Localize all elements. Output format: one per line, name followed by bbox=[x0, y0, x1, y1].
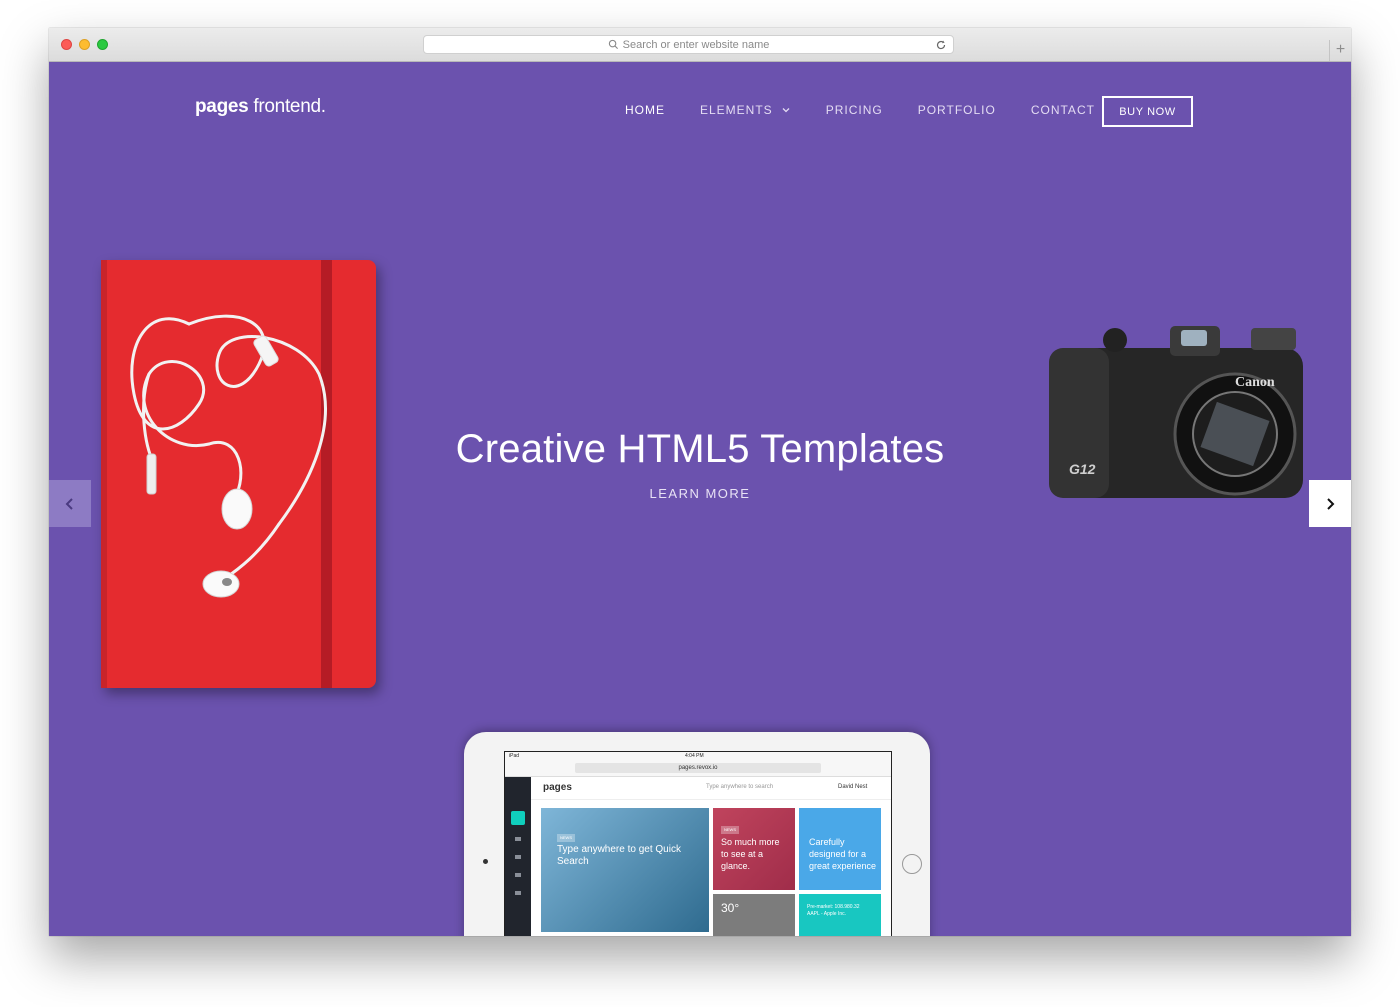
chevron-left-icon bbox=[65, 497, 73, 510]
tile-designed: Carefully designed for a great experienc… bbox=[799, 808, 881, 890]
tablet-image: iPad 4:04 PM pages.revox.io pages Type a… bbox=[464, 732, 930, 936]
nav-home[interactable]: HOME bbox=[625, 103, 665, 117]
buy-now-button[interactable]: BUY NOW bbox=[1102, 96, 1193, 127]
tile-quick-search: NEWS Type anywhere to get Quick Search bbox=[541, 808, 709, 932]
nav-contact-label: CONTACT bbox=[1030, 103, 1095, 117]
tablet-status-label: iPad bbox=[509, 753, 520, 759]
tablet-browser-bar: pages.revox.io bbox=[505, 760, 891, 777]
nav-portfolio-label: PORTFOLIO bbox=[917, 103, 996, 117]
tile-weather: 30° bbox=[713, 894, 795, 936]
main-nav: HOME ELEMENTS PRICING PORTFOLIO CONTACT bbox=[625, 103, 1130, 117]
camera-brand: Canon bbox=[1235, 375, 1275, 390]
nav-portfolio[interactable]: PORTFOLIO bbox=[918, 103, 996, 117]
chevron-right-icon bbox=[1327, 497, 1335, 510]
tablet-screen: iPad 4:04 PM pages.revox.io pages Type a… bbox=[504, 751, 892, 936]
zoom-window-button[interactable] bbox=[97, 39, 108, 50]
browser-window: Search or enter website name + pages fro… bbox=[49, 28, 1351, 936]
tile-text: Pre-market: 108.980.32 AAPL - Apple Inc. bbox=[807, 904, 860, 917]
tile-text: So much more to see at a glance. bbox=[721, 837, 780, 871]
tile-text: Type anywhere to get Quick Search bbox=[557, 844, 681, 867]
menu-icon bbox=[515, 891, 521, 895]
learn-more-link[interactable]: LEARN MORE bbox=[49, 486, 1351, 501]
address-placeholder: Search or enter website name bbox=[622, 38, 770, 51]
tablet-app-header: pages Type anywhere to search David Nest bbox=[531, 777, 891, 800]
slider-next-button[interactable] bbox=[1309, 480, 1351, 527]
page-hero: pages frontend. HOME ELEMENTS PRICING PO… bbox=[49, 62, 1351, 936]
tablet-camera-dot bbox=[483, 859, 488, 864]
search-icon bbox=[608, 39, 618, 50]
nav-pricing-label: PRICING bbox=[825, 103, 883, 117]
site-logo[interactable]: pages frontend. bbox=[195, 96, 326, 118]
tablet-home-button bbox=[902, 854, 922, 874]
hero-title: Creative HTML5 Templates bbox=[455, 427, 945, 471]
browser-toolbar: Search or enter website name + bbox=[49, 28, 1351, 62]
new-tab-button[interactable]: + bbox=[1329, 40, 1351, 61]
minimize-window-button[interactable] bbox=[79, 39, 90, 50]
tile-glance: NEWS So much more to see at a glance. bbox=[713, 808, 795, 890]
tablet-search: Type anywhere to search bbox=[706, 784, 774, 790]
tile-tag: NEWS bbox=[721, 826, 739, 834]
address-bar[interactable]: Search or enter website name bbox=[423, 35, 954, 54]
tablet-status-bar: iPad 4:04 PM bbox=[505, 752, 891, 760]
logo-light-text: frontend. bbox=[253, 96, 326, 117]
logo-bold-text: pages bbox=[195, 96, 249, 117]
tile-text: Carefully designed for a great experienc… bbox=[809, 837, 877, 871]
tablet-status-time: 4:04 PM bbox=[685, 753, 704, 759]
menu-icon bbox=[515, 873, 521, 877]
tablet-sidebar bbox=[505, 777, 531, 936]
nav-home-label: HOME bbox=[625, 103, 665, 117]
close-window-button[interactable] bbox=[61, 39, 72, 50]
camera-image: Canon G12 bbox=[1049, 326, 1303, 498]
tablet-user-name: David Nest bbox=[838, 784, 868, 790]
tile-text: 30° bbox=[721, 901, 740, 915]
home-icon bbox=[511, 811, 525, 825]
nav-pricing[interactable]: PRICING bbox=[826, 103, 883, 117]
nav-contact[interactable]: CONTACT bbox=[1031, 103, 1095, 117]
menu-icon bbox=[515, 837, 521, 841]
tablet-url: pages.revox.io bbox=[575, 763, 821, 773]
tile-tag: NEWS bbox=[557, 834, 575, 842]
chevron-down-icon bbox=[782, 108, 790, 113]
tile-stock: Pre-market: 108.980.32 AAPL - Apple Inc. bbox=[799, 894, 881, 936]
nav-elements-label: ELEMENTS bbox=[700, 103, 773, 117]
nav-elements[interactable]: ELEMENTS bbox=[700, 103, 791, 117]
tablet-app-logo: pages bbox=[543, 782, 572, 793]
menu-icon bbox=[515, 855, 521, 859]
reload-icon[interactable] bbox=[935, 39, 947, 51]
notebook-spine bbox=[101, 260, 107, 688]
slider-prev-button[interactable] bbox=[49, 480, 91, 527]
